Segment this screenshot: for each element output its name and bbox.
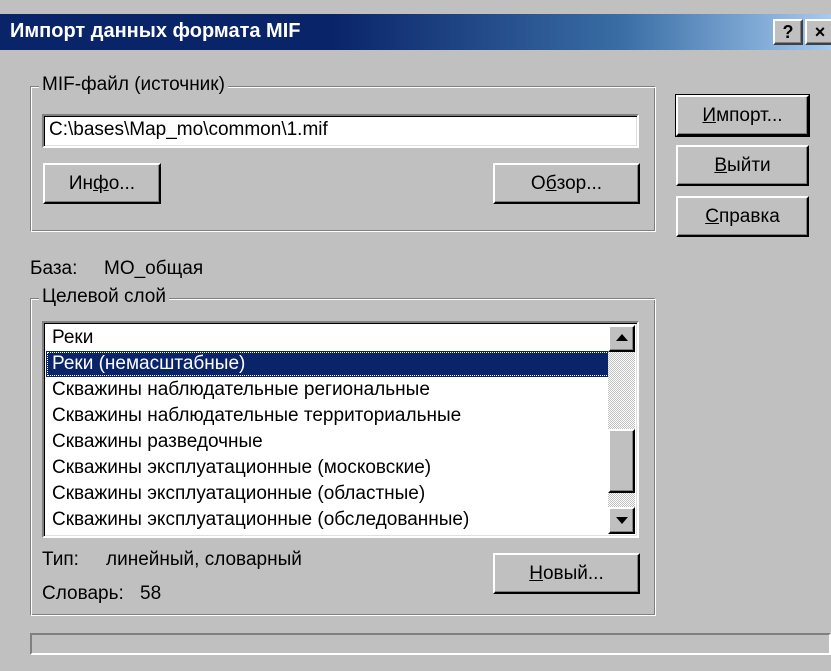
database-label: База:: [30, 258, 78, 279]
help-button-label: Справка: [705, 206, 780, 227]
import-mif-dialog: Импорт данных формата MIF ? × MIF-файл (…: [0, 0, 831, 671]
database-value: МО_общая: [104, 258, 204, 279]
browse-button-label: Обзор...: [530, 173, 603, 194]
scroll-thumb[interactable]: [608, 429, 635, 493]
info-button-label: Инфо...: [68, 173, 136, 194]
info-button[interactable]: Инфо...: [43, 163, 161, 204]
progress-bar: [30, 633, 831, 655]
target-group-legend: Целевой слой: [39, 286, 169, 308]
help-title-button[interactable]: ?: [773, 19, 803, 45]
exit-button-label: Выйти: [714, 155, 771, 176]
arrow-up-icon: [616, 334, 628, 341]
help-button[interactable]: Справка: [676, 196, 809, 237]
window-title: Импорт данных формата MIF: [10, 20, 301, 42]
type-value: линейный, словарный: [106, 549, 302, 570]
layer-list-scrollbar[interactable]: [608, 325, 635, 534]
layer-list-item[interactable]: Скважины наблюдательные региональные: [46, 377, 612, 403]
source-group-legend: MIF-файл (источник): [39, 74, 228, 96]
layer-list-item[interactable]: Скважины наблюдательные территориальные: [46, 403, 612, 429]
mif-path-input[interactable]: C:\bases\Map_mo\common\1.mif: [42, 114, 639, 148]
close-title-button[interactable]: ×: [805, 19, 831, 45]
layer-list-item[interactable]: Реки: [46, 325, 612, 351]
new-layer-button[interactable]: Новый...: [493, 553, 640, 594]
exit-button[interactable]: Выйти: [676, 145, 809, 186]
layer-list-item[interactable]: Скважины эксплуатационные (московские): [46, 455, 612, 481]
layer-list-item[interactable]: Реки (немасштабные): [46, 351, 612, 377]
layer-list-item[interactable]: Скважины эксплуатационные (областные): [46, 481, 612, 507]
dictionary-label: Словарь:: [42, 583, 124, 604]
import-button-label: Импорт...: [702, 105, 783, 126]
layer-list-item[interactable]: Скважины эксплуатационные (обследованные…: [46, 507, 612, 533]
title-bar[interactable]: Импорт данных формата MIF ? ×: [0, 14, 831, 50]
dictionary-value: 58: [140, 583, 162, 604]
layer-list: Реки Реки (немасштабные) Скважины наблюдат…: [46, 325, 612, 533]
source-groupbox: MIF-файл (источник): [30, 74, 656, 232]
arrow-down-icon: [616, 517, 628, 524]
scroll-down-button[interactable]: [608, 507, 635, 534]
new-layer-button-label: Новый...: [529, 563, 604, 584]
scroll-up-button[interactable]: [608, 325, 635, 352]
import-button[interactable]: Импорт...: [675, 94, 810, 137]
browse-button[interactable]: Обзор...: [493, 163, 640, 204]
layer-listbox[interactable]: Реки Реки (немасштабные) Скважины наблюдат…: [42, 321, 639, 538]
layer-list-item[interactable]: Скважины разведочные: [46, 429, 612, 455]
type-label: Тип:: [42, 549, 79, 570]
